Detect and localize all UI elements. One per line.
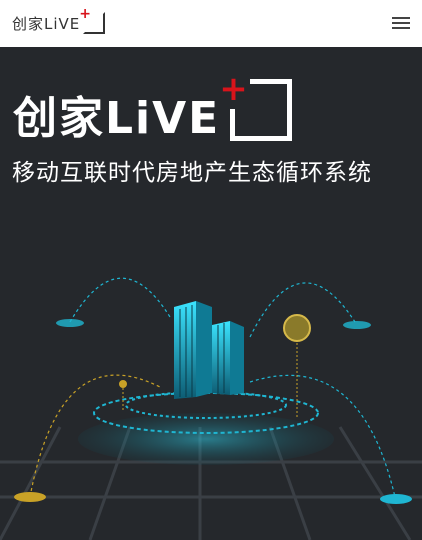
hero-brand-logo: 创家LiVE + [13,72,293,144]
node-icon [380,494,412,504]
hamburger-menu-icon[interactable] [392,14,410,32]
node-icon [56,319,84,327]
platform-glow [78,413,334,465]
city-network-illustration [0,277,422,540]
logo-box-icon: + [79,6,106,34]
map-pin-icon [119,380,127,412]
node-icon [14,492,46,502]
logo-text: 创家LiVE [12,14,81,33]
building-icon [174,301,244,399]
brand-box-icon: + [219,72,293,141]
logo[interactable]: 创家LiVE + [12,6,106,35]
hero-brand-text: 创家LiVE [13,93,221,144]
hero-banner: 创家LiVE + 移动互联时代房地产生态循环系统 [0,47,422,540]
node-icon [343,321,371,329]
top-bar: 创家LiVE + [0,0,422,47]
hero-slogan: 移动互联时代房地产生态循环系统 [12,160,372,186]
